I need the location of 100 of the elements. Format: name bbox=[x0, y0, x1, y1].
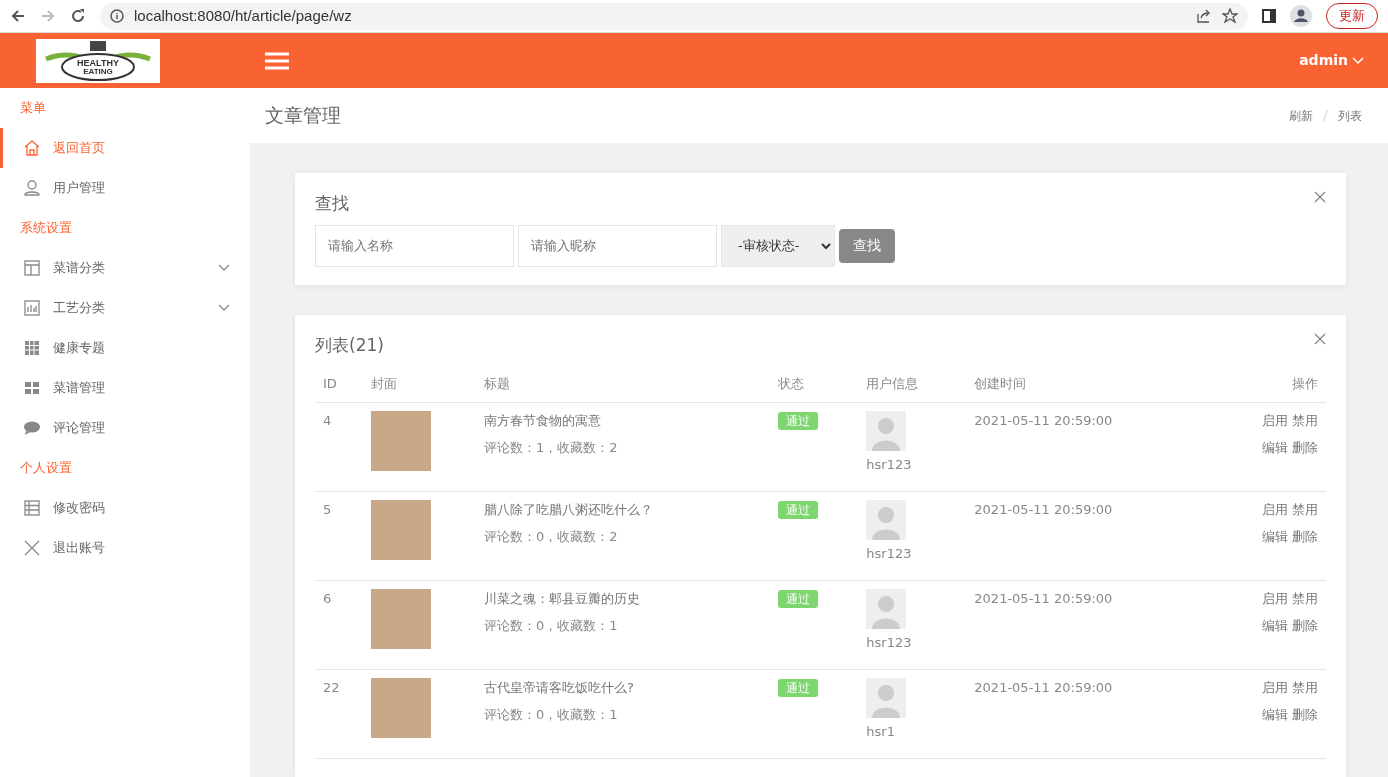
column-header: 用户信息 bbox=[858, 366, 967, 402]
chevron-down-icon[interactable] bbox=[218, 304, 230, 312]
sidebar-item[interactable]: 评论管理 bbox=[0, 408, 250, 448]
username: hsr123 bbox=[866, 544, 913, 563]
action-link[interactable]: 删除 bbox=[1292, 527, 1318, 547]
avatar-placeholder bbox=[866, 588, 907, 629]
panel-title: 列表(21) bbox=[315, 333, 384, 357]
url-text: localhost:8080/ht/article/page/wz bbox=[134, 5, 352, 26]
article-stats: 评论数：0，收藏数：1 bbox=[484, 617, 619, 635]
status-select[interactable]: -审核状态- bbox=[721, 224, 835, 267]
sidebar-item[interactable]: 菜谱管理 bbox=[0, 368, 250, 408]
menu-icon[interactable] bbox=[265, 50, 289, 71]
article-title: 腊八除了吃腊八粥还吃什么？ bbox=[484, 500, 654, 519]
action-link[interactable]: 编辑 bbox=[1262, 438, 1288, 458]
article-stats: 评论数：1，收藏数：2 bbox=[484, 439, 619, 457]
table-cell: 6 bbox=[315, 580, 363, 669]
table-cell: 4 bbox=[315, 402, 363, 491]
close-icon[interactable] bbox=[1314, 332, 1326, 345]
table-cell: 22 bbox=[315, 669, 363, 758]
chevron-down-icon[interactable] bbox=[218, 264, 230, 272]
table-cell: 5 bbox=[315, 491, 363, 580]
close-icon[interactable] bbox=[1314, 191, 1326, 203]
home-icon bbox=[23, 139, 41, 157]
sidebar-item[interactable]: 用户管理 bbox=[0, 168, 250, 208]
menu-section-heading: 菜单 bbox=[19, 99, 47, 117]
username: hsr123 bbox=[866, 455, 913, 474]
reload-icon[interactable] bbox=[70, 8, 86, 24]
action-link[interactable]: 删除 bbox=[1292, 616, 1318, 636]
avatar-placeholder bbox=[866, 499, 907, 540]
breadcrumb-link[interactable]: 刷新 bbox=[1289, 106, 1313, 125]
action-link[interactable]: 启用 bbox=[1262, 588, 1288, 608]
page-title: 文章管理 bbox=[265, 103, 341, 129]
table-cell: 2021-05-11 20:59:00 bbox=[966, 580, 1212, 669]
article-title: 南方春节食物的寓意 bbox=[484, 411, 602, 430]
column-header: 操作 bbox=[1211, 366, 1326, 402]
article-stats: 评论数：0，收藏数：1 bbox=[484, 706, 619, 724]
close-icon bbox=[23, 539, 41, 557]
avatar-placeholder bbox=[866, 410, 907, 451]
grid-icon bbox=[23, 339, 41, 357]
list-icon bbox=[23, 499, 41, 517]
sidebar-item[interactable]: 退出账号 bbox=[0, 528, 250, 568]
column-header: 标题 bbox=[476, 366, 771, 402]
table-cell: 2021-05-11 20:59:00 bbox=[966, 402, 1212, 491]
column-header: ID bbox=[315, 366, 363, 402]
action-link[interactable]: 启用 bbox=[1262, 410, 1288, 430]
menu-section-heading: 系统设置 bbox=[19, 219, 73, 237]
photo-placeholder bbox=[371, 677, 431, 738]
star-icon[interactable] bbox=[1222, 8, 1238, 24]
chart-icon bbox=[23, 299, 41, 317]
photo-placeholder bbox=[371, 499, 431, 560]
action-link[interactable]: 删除 bbox=[1292, 438, 1318, 458]
action-link[interactable]: 编辑 bbox=[1262, 705, 1288, 725]
layout-icon bbox=[23, 259, 41, 277]
article-title: 川菜之魂：郫县豆瓣的历史 bbox=[484, 589, 641, 608]
action-link[interactable]: 启用 bbox=[1262, 677, 1288, 697]
status-badge: 通过 bbox=[778, 411, 819, 430]
info-icon bbox=[110, 9, 124, 23]
tiles-icon bbox=[23, 379, 41, 397]
user-icon bbox=[23, 179, 41, 197]
status-badge: 通过 bbox=[778, 678, 819, 697]
action-link[interactable]: 启用 bbox=[1262, 499, 1288, 519]
sidebar-item[interactable]: 修改密码 bbox=[0, 488, 250, 528]
article-stats: 评论数：0，收藏数：2 bbox=[484, 528, 619, 546]
avatar-placeholder bbox=[866, 677, 907, 718]
share-icon[interactable] bbox=[1196, 8, 1212, 24]
action-link[interactable]: 编辑 bbox=[1262, 616, 1288, 636]
user-menu[interactable]: admin bbox=[1299, 50, 1364, 71]
column-header: 状态 bbox=[770, 366, 859, 402]
column-header: 创建时间 bbox=[966, 366, 1212, 402]
name-field[interactable]: 请输入名称 bbox=[315, 224, 514, 267]
side-panel-icon[interactable] bbox=[1262, 9, 1276, 23]
action-link[interactable]: 禁用 bbox=[1292, 410, 1318, 430]
logo: HEALTHY EATING bbox=[36, 38, 160, 83]
username: hsr1 bbox=[866, 722, 896, 741]
username: hsr123 bbox=[866, 633, 913, 652]
search-button[interactable]: 查找 bbox=[839, 228, 895, 263]
nickname-field[interactable]: 请输入昵称 bbox=[518, 224, 717, 267]
panel-title: 查找 bbox=[315, 192, 349, 215]
photo-placeholder bbox=[371, 588, 431, 649]
sidebar-item[interactable]: 菜谱分类 bbox=[0, 248, 250, 288]
action-link[interactable]: 禁用 bbox=[1292, 588, 1318, 608]
action-link[interactable]: 禁用 bbox=[1292, 499, 1318, 519]
sidebar-item[interactable]: 工艺分类 bbox=[0, 288, 250, 328]
comment-icon bbox=[23, 419, 41, 437]
article-title: 古代皇帝请客吃饭吃什么? bbox=[484, 678, 635, 697]
profile-icon[interactable] bbox=[1290, 5, 1312, 27]
action-link[interactable]: 删除 bbox=[1292, 705, 1318, 725]
breadcrumb-link[interactable]: 列表 bbox=[1338, 106, 1362, 125]
action-link[interactable]: 编辑 bbox=[1262, 527, 1288, 547]
action-link[interactable]: 禁用 bbox=[1292, 677, 1318, 697]
sidebar-item[interactable]: 健康专题 bbox=[0, 328, 250, 368]
status-badge: 通过 bbox=[778, 589, 819, 608]
caret-icon bbox=[1352, 56, 1364, 65]
photo-placeholder bbox=[371, 410, 431, 471]
status-badge: 通过 bbox=[778, 500, 819, 519]
update-button[interactable]: 更新 bbox=[1326, 3, 1378, 29]
back-icon[interactable] bbox=[10, 8, 26, 24]
address-bar[interactable]: localhost:8080/ht/article/page/wz bbox=[100, 2, 1248, 30]
menu-section-heading: 个人设置 bbox=[19, 459, 73, 477]
table-cell: 2021-05-11 20:59:00 bbox=[966, 491, 1212, 580]
